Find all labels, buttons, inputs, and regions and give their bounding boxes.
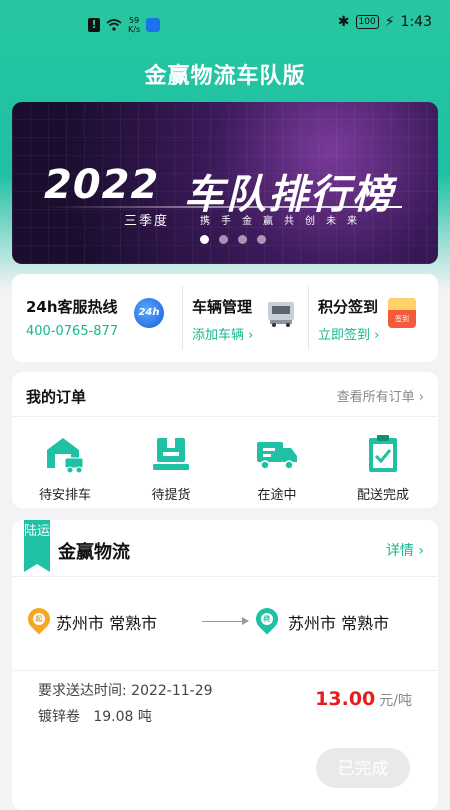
app-title: 金赢物流车队版 (144, 64, 306, 89)
view-all-orders-link[interactable]: 查看所有订单 › (337, 386, 424, 405)
order-status-label: 在途中 (257, 488, 297, 503)
warehouse-truck-icon (47, 438, 84, 474)
carousel-dots[interactable] (200, 235, 266, 244)
vehicle-management[interactable]: 车辆管理 添加车辆 › (178, 274, 308, 362)
route: 起 苏州市 常熟市 终 苏州市 常熟市 (12, 603, 438, 638)
deadline-value: 2022-11-29 (131, 683, 213, 699)
status-bar: ! 59 K/s ✱ 100 ⚡ 1:43 (0, 0, 450, 46)
gift-flap (388, 298, 416, 310)
service-hotline[interactable]: 24h客服热线 400-0765-877 24h (12, 274, 182, 362)
origin-pin-icon: 起 (23, 603, 55, 635)
vehicle-title: 车辆管理 (192, 298, 253, 316)
clipboard-check-icon (369, 435, 397, 472)
destination-badge: 终 (261, 613, 273, 625)
package-icon (153, 438, 189, 470)
sign-in-link[interactable]: 立即签到 › (318, 324, 379, 343)
orders-title: 我的订单 (26, 388, 87, 406)
order-status-label: 待提货 (151, 488, 191, 503)
order-status-label: 待安排车 (38, 488, 91, 503)
wifi-icon (106, 19, 122, 31)
clock: 1:43 (400, 14, 432, 30)
truck-icon (268, 302, 294, 327)
company-name: 金赢物流 (58, 542, 130, 563)
divider (12, 416, 438, 417)
delivery-truck-icon (257, 442, 297, 470)
order-status-label: 配送完成 (356, 488, 409, 503)
order-status-delivered[interactable]: 配送完成 (330, 434, 436, 503)
freight-price: 13.00 元/吨 (315, 688, 412, 710)
carousel-dot[interactable] (257, 235, 266, 244)
price-value: 13.00 (315, 688, 376, 710)
origin-city: 苏州市 常熟市 (56, 614, 158, 633)
sign-in-gift-icon: 签到 (388, 298, 416, 328)
carousel-dot[interactable] (200, 235, 209, 244)
gift-label: 签到 (395, 315, 409, 323)
cargo-info: 镀锌卷 19.08 吨 (38, 706, 152, 726)
bluetooth-icon: ✱ (337, 14, 350, 30)
add-vehicle-link[interactable]: 添加车辆 › (192, 324, 253, 343)
banner-quarter: 三季度 (124, 214, 170, 229)
order-status-pending-pickup[interactable]: 待提货 (118, 434, 224, 503)
speed-unit: K/s (128, 25, 141, 34)
destination-pin-icon: 终 (251, 603, 283, 635)
order-status-pending-dispatch[interactable]: 待安排车 (12, 434, 118, 503)
origin-badge: 起 (33, 613, 45, 625)
banner-year: 2022 (44, 162, 160, 208)
points-sign-in[interactable]: 积分签到 立即签到 › 签到 (304, 274, 438, 362)
route-arrow-icon (202, 617, 249, 625)
hotline-title: 24h客服热线 (26, 298, 118, 316)
promo-banner[interactable]: 2022 车队排行榜 三季度 携手金赢共创未来 (12, 102, 438, 264)
cargo-name: 镀锌卷 (38, 709, 80, 725)
hotline-number[interactable]: 400-0765-877 (26, 324, 118, 339)
price-unit: 元/吨 (379, 693, 412, 709)
shipment-card[interactable]: 陆运 金赢物流 详情 › 起 苏州市 常熟市 终 苏州市 常熟市 要求送达时间:… (12, 520, 438, 810)
carousel-dot[interactable] (238, 235, 247, 244)
quick-actions-card: 24h客服热线 400-0765-877 24h 车辆管理 添加车辆 › 积分签… (12, 274, 438, 362)
cargo-weight: 19.08 吨 (93, 709, 152, 725)
order-status-in-transit[interactable]: 在途中 (224, 434, 330, 503)
network-speed: 59 K/s (128, 16, 140, 34)
banner-divider (42, 206, 402, 208)
deadline-label: 要求送达时间: (38, 683, 127, 699)
delivery-deadline: 要求送达时间: 2022-11-29 (38, 680, 213, 700)
alert-icon: ! (88, 18, 100, 32)
divider (12, 670, 438, 671)
completed-status-button[interactable]: 已完成 (316, 748, 410, 788)
battery-icon: 100 (355, 15, 379, 29)
divider (12, 576, 438, 577)
transport-type-tag: 陆运 (24, 520, 50, 572)
24h-service-icon: 24h (134, 298, 164, 328)
carousel-dot[interactable] (219, 235, 228, 244)
status-right: ✱ 100 ⚡ 1:43 (338, 14, 432, 30)
app-notification-icon (146, 18, 161, 32)
banner-slogan: 携手金赢共创未来 (200, 216, 368, 227)
status-left: ! 59 K/s (88, 16, 161, 34)
charging-icon: ⚡ (384, 14, 395, 30)
speed-value: 59 (128, 16, 140, 25)
destination-city: 苏州市 常熟市 (288, 614, 390, 633)
sign-in-title: 积分签到 (318, 298, 379, 316)
details-link[interactable]: 详情 › (386, 540, 424, 560)
my-orders-card: 我的订单 查看所有订单 › 待安排车 待提货 在途中 配送完成 (12, 372, 438, 508)
